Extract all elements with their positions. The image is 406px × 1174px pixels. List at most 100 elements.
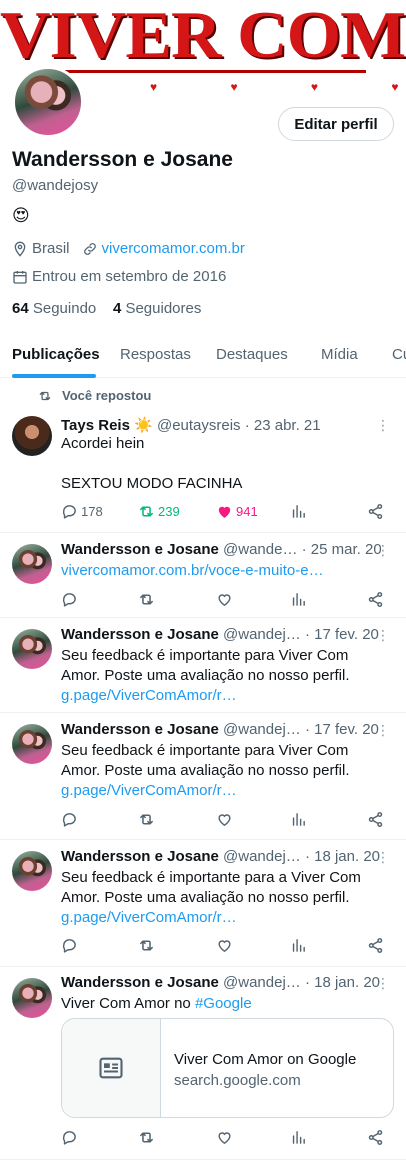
tweet-link[interactable]: g.page/ViverComAmor/r… bbox=[61, 686, 391, 706]
tweet[interactable]: Wandersson e Josane @wande… · 25 mar. 20… bbox=[0, 534, 406, 618]
tweet-date[interactable]: · 25 mar. 20 bbox=[302, 541, 381, 558]
like-button[interactable]: 941 bbox=[216, 503, 258, 520]
reply-count: 178 bbox=[81, 504, 103, 519]
author-handle[interactable]: @wande… bbox=[223, 541, 297, 558]
reply-button[interactable] bbox=[61, 591, 78, 608]
share-button[interactable] bbox=[367, 591, 384, 608]
views-button[interactable] bbox=[290, 811, 307, 828]
avatar[interactable] bbox=[12, 724, 52, 764]
tweet-line: Amor. Poste uma avaliação no nosso perfi… bbox=[61, 889, 350, 906]
like-button[interactable] bbox=[216, 811, 233, 828]
tweet-date[interactable]: · 18 jan. 20 bbox=[305, 848, 380, 865]
tweet-date[interactable]: · 17 fev. 20 bbox=[305, 721, 379, 738]
share-icon bbox=[368, 592, 383, 607]
reply-button[interactable]: 178 bbox=[61, 503, 103, 520]
tweet-date[interactable]: · 18 jan. 20 bbox=[305, 974, 380, 991]
tweet-date[interactable]: · 17 fev. 20 bbox=[305, 626, 379, 643]
reply-icon bbox=[62, 1131, 76, 1145]
repost-button[interactable] bbox=[138, 1129, 155, 1146]
more-options-icon[interactable]: ⋮ bbox=[376, 850, 390, 864]
verified-badge-icon: ☀️ bbox=[134, 417, 153, 434]
tweet[interactable]: Wandersson e Josane @wandej… · 17 fev. 2… bbox=[0, 714, 406, 840]
tweet-date[interactable]: · 23 abr. 21 bbox=[245, 417, 321, 434]
views-button[interactable] bbox=[290, 503, 307, 520]
following-count: 64 bbox=[12, 300, 29, 317]
views-button[interactable] bbox=[290, 937, 307, 954]
banner-hearts: ♥ ♥ ♥ ♥ ♥ bbox=[150, 80, 406, 94]
author-name[interactable]: Wandersson e Josane bbox=[61, 848, 219, 865]
tweet[interactable]: Tays Reis ☀️ @eutaysreis · 23 abr. 21 ⋮ … bbox=[0, 406, 406, 533]
share-button[interactable] bbox=[367, 1129, 384, 1146]
tab-midia[interactable]: Mídia bbox=[321, 346, 358, 363]
share-button[interactable] bbox=[367, 503, 384, 520]
profile-joined: Entrou em setembro de 2016 bbox=[32, 268, 227, 285]
author-name[interactable]: Wandersson e Josane bbox=[61, 541, 219, 558]
repost-button[interactable] bbox=[138, 811, 155, 828]
profile-avatar[interactable] bbox=[12, 66, 84, 138]
followers-link[interactable]: 4 Seguidores bbox=[113, 300, 201, 317]
tab-curtidas[interactable]: Cu bbox=[392, 346, 406, 363]
tweet-actions bbox=[61, 591, 391, 611]
tweet-actions bbox=[61, 811, 391, 831]
author-name[interactable]: Wandersson e Josane bbox=[61, 721, 219, 738]
followers-label: Seguidores bbox=[125, 300, 202, 317]
avatar[interactable] bbox=[12, 629, 52, 669]
avatar[interactable] bbox=[12, 544, 52, 584]
tweet[interactable]: Wandersson e Josane @wandej… · 18 jan. 2… bbox=[0, 841, 406, 967]
more-options-icon[interactable]: ⋮ bbox=[376, 723, 390, 737]
author-handle[interactable]: @wandej… bbox=[223, 626, 301, 643]
repost-button[interactable] bbox=[138, 937, 155, 954]
article-icon bbox=[99, 1057, 123, 1079]
author-handle[interactable]: @wandej… bbox=[223, 721, 301, 738]
follow-stats: 64 Seguindo 4 Seguidores bbox=[12, 300, 201, 317]
avatar[interactable] bbox=[12, 978, 52, 1018]
profile-website-link[interactable]: vivercomamor.com.br bbox=[102, 240, 245, 257]
tweet[interactable]: Wandersson e Josane @wandej… · 17 fev. 2… bbox=[0, 619, 406, 713]
edit-profile-button[interactable]: Editar perfil bbox=[278, 107, 394, 141]
author-name[interactable]: Wandersson e Josane bbox=[61, 626, 219, 643]
avatar[interactable] bbox=[12, 851, 52, 891]
author-handle[interactable]: @wandej… bbox=[223, 848, 301, 865]
repost-button[interactable]: 239 bbox=[138, 503, 180, 520]
reply-icon bbox=[62, 505, 76, 519]
tab-respostas[interactable]: Respostas bbox=[120, 346, 191, 363]
analytics-icon bbox=[292, 505, 305, 518]
following-link[interactable]: 64 Seguindo bbox=[12, 300, 96, 317]
like-button[interactable] bbox=[216, 937, 233, 954]
share-icon bbox=[368, 938, 383, 953]
tab-destaques[interactable]: Destaques bbox=[216, 346, 288, 363]
analytics-icon bbox=[292, 939, 305, 952]
tab-publicacoes[interactable]: Publicações bbox=[12, 346, 100, 363]
more-options-icon[interactable]: ⋮ bbox=[376, 543, 390, 557]
tweet-link[interactable]: vivercomamor.com.br/voce-e-muito-e… bbox=[61, 561, 391, 581]
like-button[interactable] bbox=[216, 591, 233, 608]
tweet-link[interactable]: g.page/ViverComAmor/r… bbox=[61, 781, 391, 801]
tweet-line: Acordei hein bbox=[61, 435, 145, 452]
tweet-link[interactable]: g.page/ViverComAmor/r… bbox=[61, 908, 391, 928]
reply-button[interactable] bbox=[61, 811, 78, 828]
share-button[interactable] bbox=[367, 937, 384, 954]
reply-button[interactable] bbox=[61, 1129, 78, 1146]
author-name[interactable]: Wandersson e Josane bbox=[61, 974, 219, 991]
avatar[interactable] bbox=[12, 416, 52, 456]
more-options-icon[interactable]: ⋮ bbox=[376, 628, 390, 642]
heart-filled-icon bbox=[218, 506, 231, 518]
author-handle[interactable]: @eutaysreis bbox=[157, 417, 241, 434]
tweet-header: Wandersson e Josane @wande… · 25 mar. 20 bbox=[61, 541, 381, 558]
repost-icon bbox=[140, 1132, 153, 1143]
tweet-text: Seu feedback é importante para Viver Com… bbox=[61, 646, 391, 706]
author-name[interactable]: Tays Reis bbox=[61, 417, 130, 434]
views-button[interactable] bbox=[290, 1129, 307, 1146]
like-button[interactable] bbox=[216, 1129, 233, 1146]
author-handle[interactable]: @wandej… bbox=[223, 974, 301, 991]
repost-button[interactable] bbox=[138, 591, 155, 608]
more-options-icon[interactable]: ⋮ bbox=[376, 976, 390, 990]
share-button[interactable] bbox=[367, 811, 384, 828]
tweet-header: Tays Reis ☀️ @eutaysreis · 23 abr. 21 bbox=[61, 416, 381, 434]
reply-button[interactable] bbox=[61, 937, 78, 954]
more-options-icon[interactable]: ⋮ bbox=[376, 418, 390, 432]
hashtag-link[interactable]: #Google bbox=[195, 995, 252, 1012]
views-button[interactable] bbox=[290, 591, 307, 608]
followers-count: 4 bbox=[112, 300, 122, 317]
link-preview-card[interactable]: Viver Com Amor on Google search.google.c… bbox=[61, 1018, 394, 1118]
